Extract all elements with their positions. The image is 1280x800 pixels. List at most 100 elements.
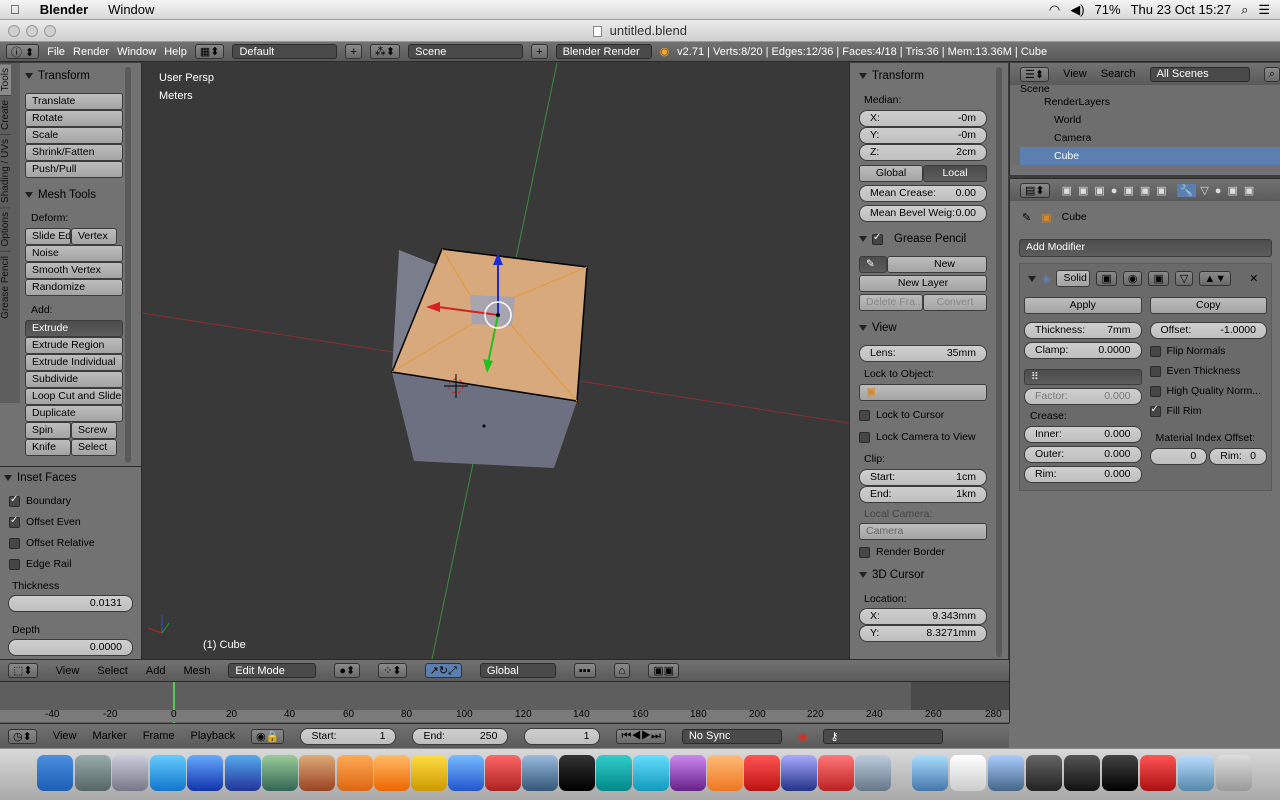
frame-menu[interactable]: Frame [143, 730, 175, 742]
outliner-item-camera[interactable]: Camera [1020, 129, 1280, 147]
outliner-editor-icon[interactable]: ☰⬍ [1020, 66, 1050, 82]
select-mode-icon[interactable]: ▪▪▪ [573, 663, 596, 678]
extrude-individual-button[interactable]: Extrude Individual [25, 354, 123, 371]
view-panel-header[interactable]: View [859, 319, 987, 337]
pin-icon[interactable]: ✎ [1022, 211, 1031, 224]
clip-end-field[interactable]: End: 1km [859, 486, 987, 503]
lock-range-icon[interactable]: ◉🔒 [251, 728, 285, 744]
mean-crease-field[interactable]: Mean Crease: 0.00 [859, 185, 987, 202]
tool-shelf-scrollbar[interactable] [125, 67, 131, 463]
scale-button[interactable]: Scale [25, 127, 123, 144]
app-x7-icon[interactable] [485, 755, 521, 791]
app-s-icon[interactable] [744, 755, 780, 791]
translate-button[interactable]: Translate [25, 93, 123, 110]
copy-button[interactable]: Copy [1149, 297, 1267, 314]
thickness-field-mod[interactable]: Thickness: 7mm [1024, 322, 1142, 339]
editor-type-button[interactable]: ⓘ ⬍ [6, 44, 40, 59]
screw-button[interactable]: Screw [71, 422, 117, 439]
render-menu[interactable]: Render [73, 46, 109, 58]
volume-icon[interactable]: ◀) [1070, 2, 1084, 18]
lock-cursor-checkbox[interactable]: Lock to Cursor [859, 409, 987, 421]
add-layout-icon[interactable]: + [345, 44, 362, 59]
search-icon[interactable]: ⌕ [1263, 66, 1280, 82]
tab-grease-pencil[interactable]: Grease Pencil [0, 250, 11, 323]
keying-set-field[interactable]: ⚷ [823, 728, 944, 744]
convert-button[interactable]: Convert [923, 294, 987, 311]
global-toggle[interactable]: Global [859, 165, 923, 182]
window-menu[interactable]: Window [98, 2, 164, 17]
clock[interactable]: Thu 23 Oct 15:27 [1131, 2, 1231, 17]
pivot-icon[interactable]: ⁘⬍ [378, 663, 407, 678]
manipulator-icon[interactable]: ↗↻⤢ [424, 663, 462, 678]
n-transform-header[interactable]: Transform [859, 67, 987, 85]
apple-icon[interactable]:  [0, 2, 30, 17]
spotlight-icon[interactable]: ⌕ [1241, 2, 1248, 18]
render-engine-select[interactable]: Blender Render [555, 44, 652, 59]
remove-modifier-icon[interactable]: ✕ [1249, 272, 1258, 285]
median-y-field[interactable]: Y: -0m [859, 127, 987, 144]
blender-icon[interactable] [707, 755, 743, 791]
arduino-icon[interactable] [596, 755, 632, 791]
outliner-item-scene[interactable]: Scene [1020, 85, 1280, 93]
slide-edge-button[interactable]: Slide Ed [25, 228, 71, 245]
mesh-tools-panel-header[interactable]: Mesh Tools [25, 186, 123, 204]
snap-icon[interactable]: ⌂ [613, 663, 631, 678]
boundary-checkbox[interactable]: Boundary [9, 494, 141, 507]
knife-select-button[interactable]: Select [71, 439, 117, 456]
slide-vertex-button[interactable]: Vertex [71, 228, 117, 245]
offset-even-checkbox[interactable]: Offset Even [9, 515, 141, 528]
window-menu-blender[interactable]: Window [117, 46, 156, 58]
render-toggle-icon[interactable]: ▣ [1096, 271, 1117, 286]
file-menu[interactable]: File [47, 46, 65, 58]
rim-field[interactable]: Rim: 0.000 [1024, 466, 1142, 483]
modifier-name-field[interactable]: Solid [1056, 270, 1091, 287]
material-offset-field[interactable]: 0 [1149, 448, 1208, 465]
tab-options[interactable]: Options [0, 207, 11, 251]
add-modifier-menu[interactable]: Add Modifier [1019, 239, 1272, 257]
outliner-item-world[interactable]: World [1020, 111, 1280, 129]
3d-cursor-header[interactable]: 3D Cursor [859, 566, 987, 584]
edge-rail-checkbox[interactable]: Edge Rail [9, 558, 141, 570]
tab-create[interactable]: Create [0, 95, 11, 135]
stack-icon[interactable] [988, 755, 1024, 791]
rotate-button[interactable]: Rotate [25, 110, 123, 127]
creative-cloud-icon[interactable] [1140, 755, 1176, 791]
sync-select[interactable]: No Sync [681, 728, 782, 744]
pencil-icon[interactable]: ✎ [859, 256, 887, 273]
local-toggle[interactable]: Local [923, 165, 987, 182]
audacity-icon[interactable] [670, 755, 706, 791]
autodesk-icon[interactable] [1064, 755, 1100, 791]
offset-relative-checkbox[interactable]: Offset Relative [9, 537, 141, 549]
shading-icon[interactable]: ●⬍ [334, 663, 361, 678]
noise-button[interactable]: Noise [25, 245, 123, 262]
outliner-view-menu[interactable]: View [1063, 68, 1087, 80]
thickness-field[interactable]: 0.0131 [8, 595, 133, 612]
current-frame-field[interactable]: 1 [524, 727, 601, 745]
cursor-y-field[interactable]: Y: 8.3271mm [859, 625, 987, 642]
app-v-icon[interactable] [781, 755, 817, 791]
layout-field[interactable]: Default [232, 44, 338, 59]
zoom-window-button[interactable] [44, 25, 56, 37]
clip-start-field[interactable]: Start: 1cm [859, 469, 987, 486]
orientation-select[interactable]: Global [479, 663, 556, 678]
app-4-icon[interactable] [633, 755, 669, 791]
trash-icon[interactable] [1216, 755, 1252, 791]
timeline-editor-icon[interactable]: ◷⬍ [8, 728, 37, 744]
stack-dark-icon[interactable] [1026, 755, 1062, 791]
context-tabs-icon[interactable]: ▣▣▣●▣▣▣ [1062, 184, 1173, 197]
playback-menu[interactable]: Playback [191, 730, 236, 742]
transform-panel-header[interactable]: Transform [25, 67, 123, 85]
render-border-checkbox[interactable]: Render Border [859, 546, 987, 558]
outliner-item-cube[interactable]: Cube [1020, 147, 1280, 165]
extrude-menu[interactable]: Extrude [25, 320, 123, 337]
cs6-icon[interactable] [1102, 755, 1138, 791]
add-menu[interactable]: Add [146, 665, 166, 677]
tab-tools[interactable]: Tools [0, 63, 11, 96]
randomize-button[interactable]: Randomize [25, 279, 123, 296]
playback-controls-icon[interactable]: ⏮◀▶⏭ [616, 728, 666, 744]
garageband-icon[interactable] [299, 755, 335, 791]
apply-button[interactable]: Apply [1024, 297, 1142, 314]
clamp-field[interactable]: Clamp: 0.0000 [1024, 342, 1142, 359]
add-scene-icon[interactable]: + [531, 44, 548, 59]
loop-cut-button[interactable]: Loop Cut and Slide [25, 388, 123, 405]
